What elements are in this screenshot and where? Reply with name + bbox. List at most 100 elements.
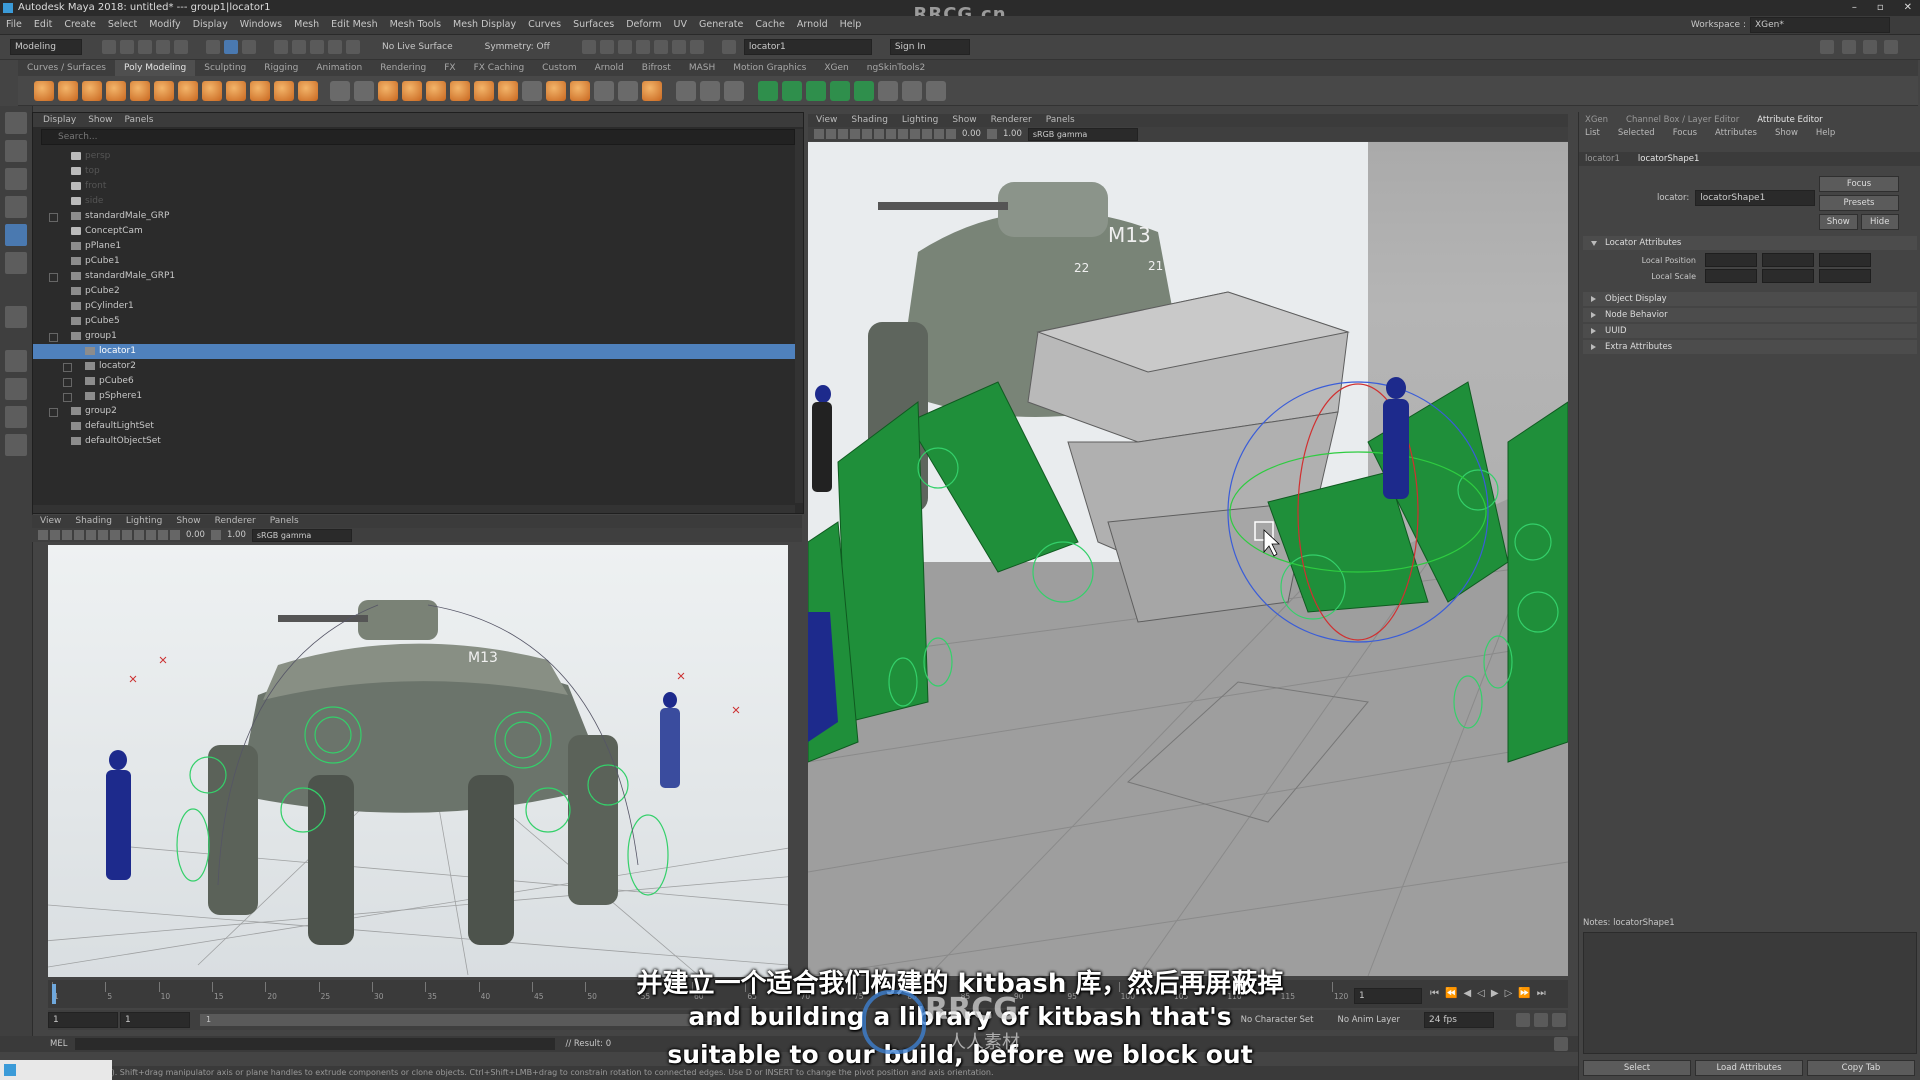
local-scale-y-field[interactable] bbox=[1762, 269, 1814, 283]
vp1-bookmark-icon[interactable] bbox=[62, 530, 72, 540]
vp1-shadows-icon[interactable] bbox=[146, 530, 156, 540]
shelf-tab-sculpting[interactable]: Sculpting bbox=[195, 60, 255, 76]
vp1-textured-icon[interactable] bbox=[122, 530, 132, 540]
poly-cube-icon[interactable] bbox=[58, 80, 78, 101]
sign-in-button[interactable]: Sign In bbox=[889, 39, 970, 55]
custom-script-4-icon[interactable] bbox=[830, 80, 850, 101]
outliner-item[interactable]: group1 bbox=[33, 329, 803, 344]
menu-uv[interactable]: UV bbox=[668, 16, 693, 34]
select-tool-icon[interactable] bbox=[5, 112, 27, 134]
local-position-z-field[interactable] bbox=[1819, 253, 1871, 267]
four-view-layout-icon[interactable] bbox=[5, 378, 27, 400]
tab-attribute-editor[interactable]: Attribute Editor bbox=[1757, 114, 1822, 127]
vp1-image-plane-icon[interactable] bbox=[74, 530, 84, 540]
snap-curve-icon[interactable] bbox=[292, 40, 306, 54]
spherical-uv-icon[interactable] bbox=[724, 80, 744, 101]
vp1-menu-panels[interactable]: Panels bbox=[270, 515, 299, 528]
vp1-color-space-dropdown[interactable]: sRGB gamma bbox=[251, 528, 352, 542]
menu-display[interactable]: Display bbox=[187, 16, 234, 34]
node-tab-locatorshape1[interactable]: locatorShape1 bbox=[1638, 152, 1700, 166]
separate-icon[interactable] bbox=[354, 80, 374, 101]
vp1-xray-icon[interactable] bbox=[158, 530, 168, 540]
menu-help[interactable]: Help bbox=[834, 16, 868, 34]
outliner-item[interactable]: pCube5 bbox=[33, 314, 803, 329]
new-scene-icon[interactable] bbox=[102, 40, 116, 54]
vp2-camera-icon[interactable] bbox=[814, 129, 824, 139]
select-hierarchy-icon[interactable] bbox=[206, 40, 220, 54]
outliner-item[interactable]: defaultObjectSet bbox=[33, 434, 803, 449]
bevel-icon[interactable] bbox=[498, 80, 518, 101]
quad-draw-icon[interactable] bbox=[642, 80, 662, 101]
hide-button[interactable]: Hide bbox=[1860, 214, 1899, 230]
custom-script-5-icon[interactable] bbox=[854, 80, 874, 101]
custom-script-8-icon[interactable] bbox=[926, 80, 946, 101]
local-position-y-field[interactable] bbox=[1762, 253, 1814, 267]
cylindrical-uv-icon[interactable] bbox=[700, 80, 720, 101]
text-icon[interactable] bbox=[274, 80, 294, 101]
rotate-tool-icon[interactable] bbox=[5, 224, 27, 246]
shelf-tab-fx-caching[interactable]: FX Caching bbox=[465, 60, 534, 76]
vp2-menu-shading[interactable]: Shading bbox=[851, 114, 888, 127]
vp2-grid-icon[interactable] bbox=[862, 129, 872, 139]
shelf-tab-xgen[interactable]: XGen bbox=[815, 60, 857, 76]
menu-mesh[interactable]: Mesh bbox=[288, 16, 325, 34]
shelf-tab-mash[interactable]: MASH bbox=[680, 60, 724, 76]
vp2-menu-renderer[interactable]: Renderer bbox=[991, 114, 1032, 127]
render-view-icon[interactable] bbox=[671, 40, 686, 54]
section-locator-attributes[interactable]: Locator Attributes bbox=[1583, 236, 1917, 250]
outliner-layout-icon[interactable] bbox=[5, 434, 27, 456]
node-tab-locator1[interactable]: locator1 bbox=[1585, 152, 1620, 166]
outliner-menu-display[interactable]: Display bbox=[43, 113, 76, 127]
outliner-menu-panels[interactable]: Panels bbox=[124, 113, 153, 127]
viewport-bottom-left[interactable]: M13 bbox=[48, 545, 788, 977]
section-object-display[interactable]: Object Display bbox=[1583, 292, 1917, 306]
live-surface-label[interactable]: No Live Surface bbox=[382, 42, 453, 52]
outliner-item[interactable]: pCube6 bbox=[33, 374, 803, 389]
show-manipulator-icon[interactable] bbox=[5, 306, 27, 328]
menu-mesh-tools[interactable]: Mesh Tools bbox=[384, 16, 447, 34]
poly-cone-icon[interactable] bbox=[106, 80, 126, 101]
extrude-icon[interactable] bbox=[450, 80, 470, 101]
vp2-smooth-shade-icon[interactable] bbox=[886, 129, 896, 139]
vp2-color-space-dropdown[interactable]: sRGB gamma bbox=[1027, 127, 1138, 141]
shelf-tab-fx[interactable]: FX bbox=[435, 60, 464, 76]
menu-deform[interactable]: Deform bbox=[620, 16, 667, 34]
outliner-item[interactable]: pSphere1 bbox=[33, 389, 803, 404]
outliner-item[interactable]: ConceptCam bbox=[33, 224, 803, 239]
snap-surface-icon[interactable] bbox=[346, 40, 360, 54]
menu-curves[interactable]: Curves bbox=[522, 16, 567, 34]
toggle-attribute-editor-icon[interactable] bbox=[1841, 40, 1856, 54]
maya-taskbar-icon[interactable] bbox=[4, 1064, 16, 1076]
custom-script-6-icon[interactable] bbox=[878, 80, 898, 101]
outliner-item[interactable]: pCube2 bbox=[33, 284, 803, 299]
menu-mesh-display[interactable]: Mesh Display bbox=[447, 16, 522, 34]
boolean-icon[interactable] bbox=[402, 80, 422, 101]
ae-menu-list[interactable]: List bbox=[1585, 127, 1600, 140]
shelf-tab-rendering[interactable]: Rendering bbox=[371, 60, 435, 76]
vp2-wireframe-icon[interactable] bbox=[874, 129, 884, 139]
menu-edit[interactable]: Edit bbox=[28, 16, 58, 34]
poly-cylinder-icon[interactable] bbox=[82, 80, 102, 101]
shelf-tab-rigging[interactable]: Rigging bbox=[255, 60, 307, 76]
custom-script-1-icon[interactable] bbox=[758, 80, 778, 101]
vp2-gamma-icon[interactable] bbox=[986, 129, 997, 139]
lasso-tool-icon[interactable] bbox=[5, 140, 27, 162]
menu-windows[interactable]: Windows bbox=[234, 16, 288, 34]
expand-toggle-icon[interactable] bbox=[63, 393, 72, 402]
ae-menu-selected[interactable]: Selected bbox=[1618, 127, 1655, 140]
section-node-behavior[interactable]: Node Behavior bbox=[1583, 308, 1917, 322]
toggle-tool-settings-icon[interactable] bbox=[1862, 40, 1877, 54]
merge-icon[interactable] bbox=[546, 80, 566, 101]
toggle-channel-box-icon[interactable] bbox=[1884, 40, 1898, 54]
outliner-item[interactable]: locator2 bbox=[33, 359, 803, 374]
vp2-textured-icon[interactable] bbox=[898, 129, 908, 139]
ae-menu-focus[interactable]: Focus bbox=[1673, 127, 1697, 140]
vp1-camera-icon[interactable] bbox=[38, 530, 48, 540]
select-object-icon[interactable] bbox=[224, 40, 238, 54]
platonic-solid-icon[interactable] bbox=[202, 80, 222, 101]
outliner-item[interactable]: group2 bbox=[33, 404, 803, 419]
undo-icon[interactable] bbox=[156, 40, 170, 54]
vp1-menu-show[interactable]: Show bbox=[176, 515, 200, 528]
presets-button[interactable]: Presets bbox=[1819, 195, 1899, 211]
snap-grid-icon[interactable] bbox=[274, 40, 288, 54]
